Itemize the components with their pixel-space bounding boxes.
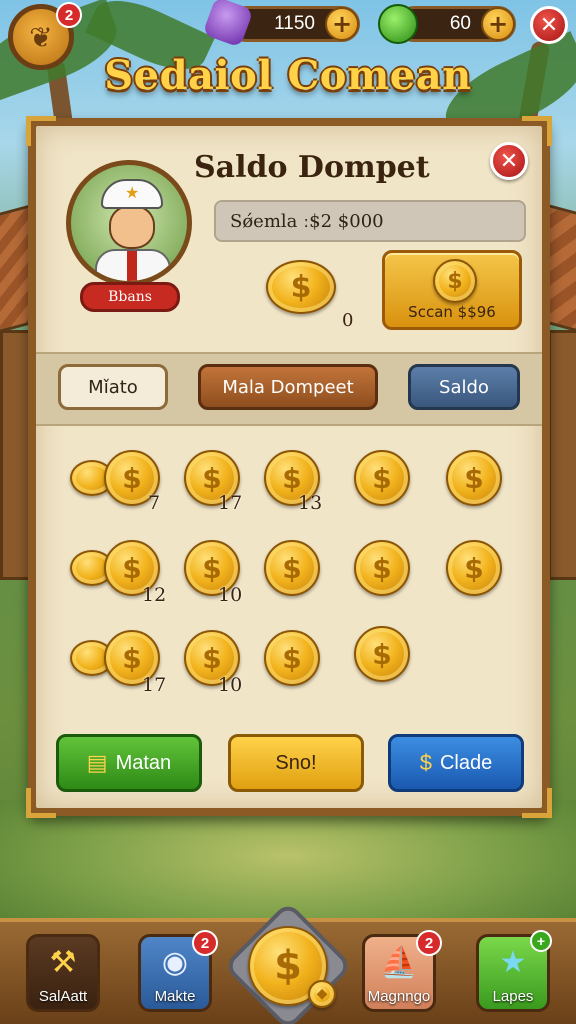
sno-button-label: Sno! [275,751,317,774]
clade-button-label: Clade [439,751,493,774]
nav-badge: 2 [416,930,442,956]
character-portrait: ★ [66,160,192,286]
hammer-icon: ⚒ [49,945,77,980]
scan-button[interactable]: $ Sccan $$96 [382,250,522,330]
hut-wall-right [548,330,576,580]
character-face [109,205,155,249]
coin-count: 7 [148,492,161,514]
game-title: Sedaiol Comean [104,52,472,99]
profile-notification-badge: 2 [56,2,82,28]
frame-corner [26,116,56,146]
dollar-coin-icon: $ [433,259,477,303]
character-name-ribbon: Bbans [80,282,180,312]
coin-item[interactable]: $ [446,540,502,596]
tab-saldo[interactable]: Saldo [408,364,520,410]
coin-item[interactable]: $ [264,540,320,596]
tab-mato[interactable]: Mǐato [58,364,168,410]
panel-title: Saldo Dompet [194,150,430,185]
coin-count: 10 [218,674,243,696]
close-screen-button[interactable]: ✕ [530,6,568,44]
coin-item[interactable]: $ [354,626,410,682]
frame-corner [522,116,552,146]
sno-button[interactable]: Sno! [228,734,364,792]
big-coin-amount: 0 [342,310,354,331]
nav-label: Magnngo [367,988,431,1005]
coin-count: 17 [218,492,243,514]
tab-mala-dompeet[interactable]: Mala Dompeet [198,364,378,410]
coin-stack-icon: ▤ [86,750,108,775]
close-panel-button[interactable]: ✕ [490,142,528,180]
coin-item[interactable]: $ [264,630,320,686]
big-coin: $ [266,260,338,316]
clade-button[interactable]: $ Clade [388,734,524,792]
nav-plus-badge: + [530,930,552,952]
coin-item[interactable]: $ [354,450,410,506]
star-icon: ★ [125,183,140,202]
character-tie [127,251,137,281]
leaf-emblem-icon: ❦ [29,20,53,54]
balance-display: Sǿemla ː$2 $000 [214,200,526,242]
coin-item[interactable]: $ [354,540,410,596]
nav-item-salaatt[interactable]: ⚒ SalAatt [26,934,100,1012]
energy-orb-icon [378,4,418,44]
dollar-coin-icon: $ [266,260,336,314]
frame-corner [26,788,56,818]
coin-count: 10 [218,584,243,606]
coin-item[interactable]: $ [446,450,502,506]
dollar-icon: $ [419,750,432,775]
add-gems-button[interactable]: + [325,7,359,41]
matan-button[interactable]: ▤ Matan [56,734,202,792]
add-energy-button[interactable]: + [481,7,515,41]
matan-button-label: Matan [115,751,172,774]
nav-badge: 2 [192,930,218,956]
nav-label: SalAatt [38,988,88,1005]
coin-count: 13 [298,492,323,514]
coin-count: 17 [142,674,167,696]
small-coin-icon: ◆ [308,980,336,1008]
nav-label: Makte [154,988,196,1005]
frame-corner [522,788,552,818]
scan-button-label: Sccan $$96 [408,303,496,321]
coin-count: 12 [142,584,167,606]
nav-label: Lapes [492,988,534,1005]
